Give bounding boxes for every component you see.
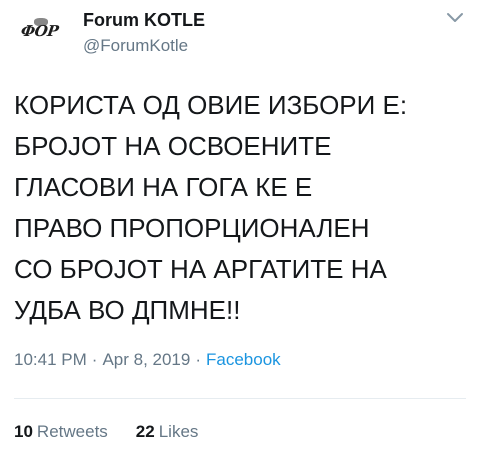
tweet-date[interactable]: Apr 8, 2019 — [102, 350, 190, 369]
avatar[interactable]: ФОР — [14, 8, 66, 60]
author-handle[interactable]: @ForumKotle — [83, 36, 188, 56]
avatar-logo: ФОР — [20, 22, 60, 40]
retweets-label: Retweets — [36, 422, 108, 441]
divider — [14, 398, 466, 399]
author-name[interactable]: Forum KOTLE — [83, 10, 205, 31]
likes-stat[interactable]: 22 Likes — [136, 422, 199, 442]
tweet-card: ФОР Forum KOTLE @ForumKotle КОРИСТА ОД О… — [0, 0, 480, 470]
likes-count: 22 — [135, 422, 155, 441]
avatar-logo-sub — [39, 41, 40, 46]
tweet-text: КОРИСТА ОД ОВИЕ ИЗБОРИ Е: БРОЈОТ НА ОСВО… — [14, 90, 408, 325]
tweet-stats: 10 Retweets 22 Likes — [14, 422, 226, 442]
tweet-time[interactable]: 10:41 PM — [14, 350, 87, 369]
meta-separator: · — [195, 350, 202, 369]
likes-label: Likes — [158, 422, 199, 441]
tweet-source-link[interactable]: Facebook — [206, 350, 281, 369]
chevron-down-icon[interactable] — [446, 12, 464, 24]
meta-separator: · — [91, 350, 98, 369]
tweet-meta: 10:41 PM · Apr 8, 2019 · Facebook — [14, 350, 281, 370]
retweets-stat[interactable]: 10 Retweets — [14, 422, 108, 442]
retweets-count: 10 — [14, 422, 33, 441]
